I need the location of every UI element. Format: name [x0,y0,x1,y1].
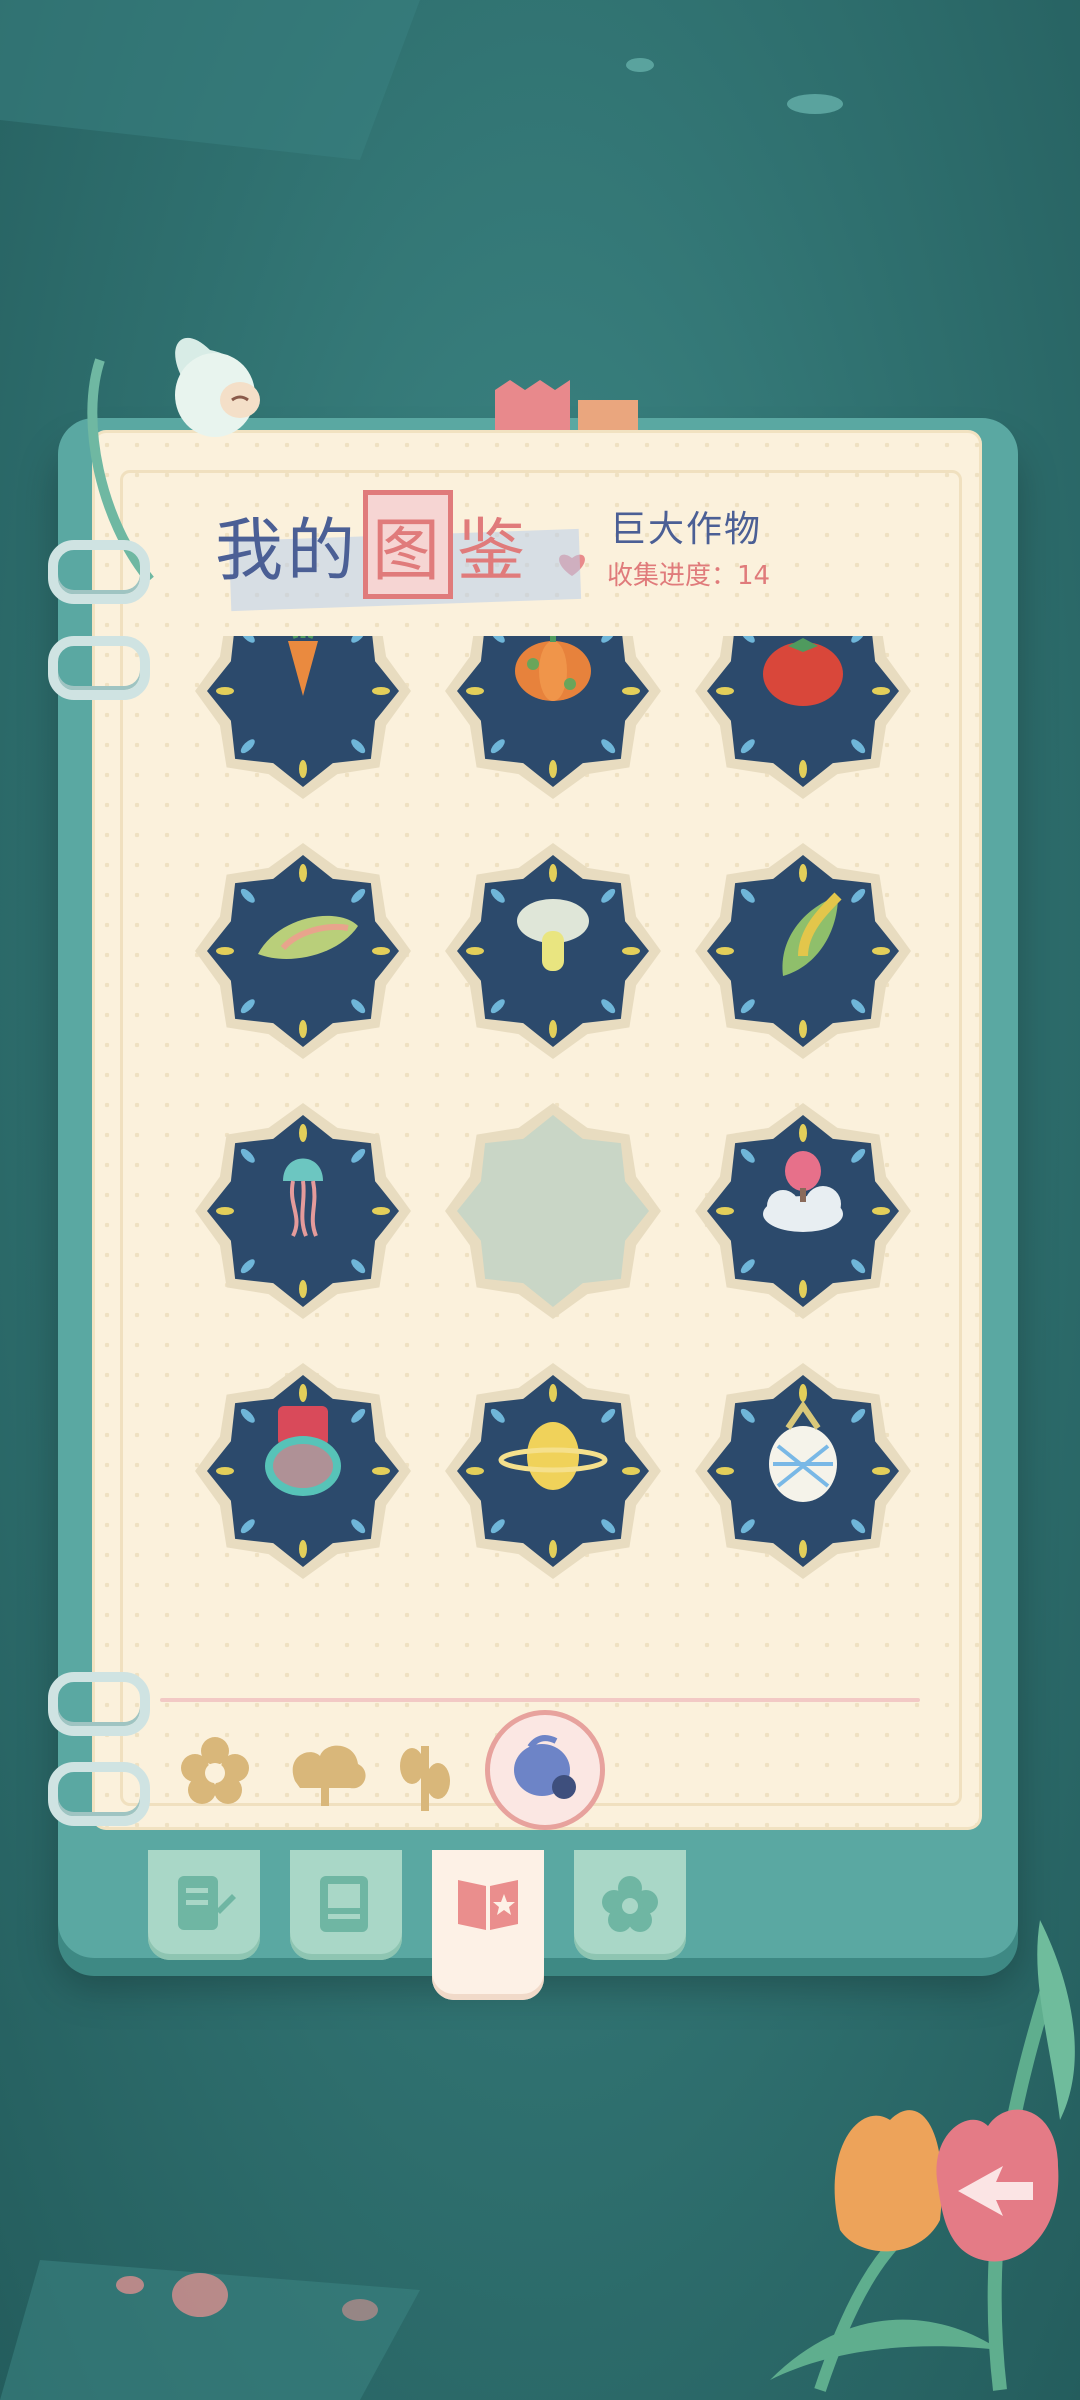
collection-slot[interactable] [438,1356,668,1586]
binder-ring [48,1672,150,1736]
tabbar-divider [160,1698,920,1702]
tulip-back-icon [936,2109,1059,2262]
plant-icon [400,1746,450,1811]
collection-slot[interactable] [688,1356,918,1586]
page-title: 我的图鉴 [215,490,529,599]
crystal-pineapple-icon [695,1363,911,1579]
jar-fruit-icon [195,1363,411,1579]
collection-slot[interactable] [188,1356,418,1586]
tab-journal[interactable] [148,1850,260,1960]
flower-icon [181,1737,249,1804]
planet-lemon-icon [445,1363,661,1579]
collection-slot[interactable] [188,636,418,806]
collection-slot[interactable] [438,636,668,806]
collection-slot[interactable] [688,636,918,806]
giant-crop-icon [514,1735,576,1799]
collection-slot[interactable] [688,1096,918,1326]
carrot-icon [195,636,411,799]
category-tabbar [150,1690,930,1830]
category-tab-trees[interactable] [280,1726,370,1816]
category-tab-plants[interactable] [380,1726,470,1816]
tree-icon [292,1745,366,1806]
title-text: 我的 [215,512,360,591]
binder-ring [48,540,150,604]
corn-icon [695,843,911,1059]
locked-slot-icon [445,1103,661,1319]
bamboo-shoot-icon [195,843,411,1059]
category-tab-flowers[interactable] [170,1726,260,1816]
notebook-edit-icon [178,1876,236,1930]
tab-album[interactable] [290,1850,402,1960]
binder-ring [48,1762,150,1826]
category-tab-giant-crops[interactable] [485,1710,605,1830]
binder-ring [48,636,150,700]
collection-slot[interactable] [438,836,668,1066]
back-button[interactable] [928,2096,1068,2276]
encyclopedia-icon [458,1880,518,1930]
collection-slot[interactable] [188,1096,418,1326]
mushroom-icon [445,843,661,1059]
cloud-fruit-icon [695,1103,911,1319]
collection-slot[interactable] [188,836,418,1066]
tab-encyclopedia[interactable] [432,1850,544,2000]
collection-grid [140,636,940,1616]
collection-progress: 收集进度：14 [607,561,771,591]
tomato-icon [695,636,911,799]
title-highlight-char2: 鉴 [457,512,530,591]
jellyfish-icon [195,1103,411,1319]
photo-album-icon [320,1876,368,1932]
pumpkin-icon [445,636,661,799]
collection-slot[interactable] [688,836,918,1066]
collection-slot[interactable] [438,1096,668,1326]
title-highlight-char: 图 [363,490,454,599]
category-title: 巨大作物 [610,509,763,550]
